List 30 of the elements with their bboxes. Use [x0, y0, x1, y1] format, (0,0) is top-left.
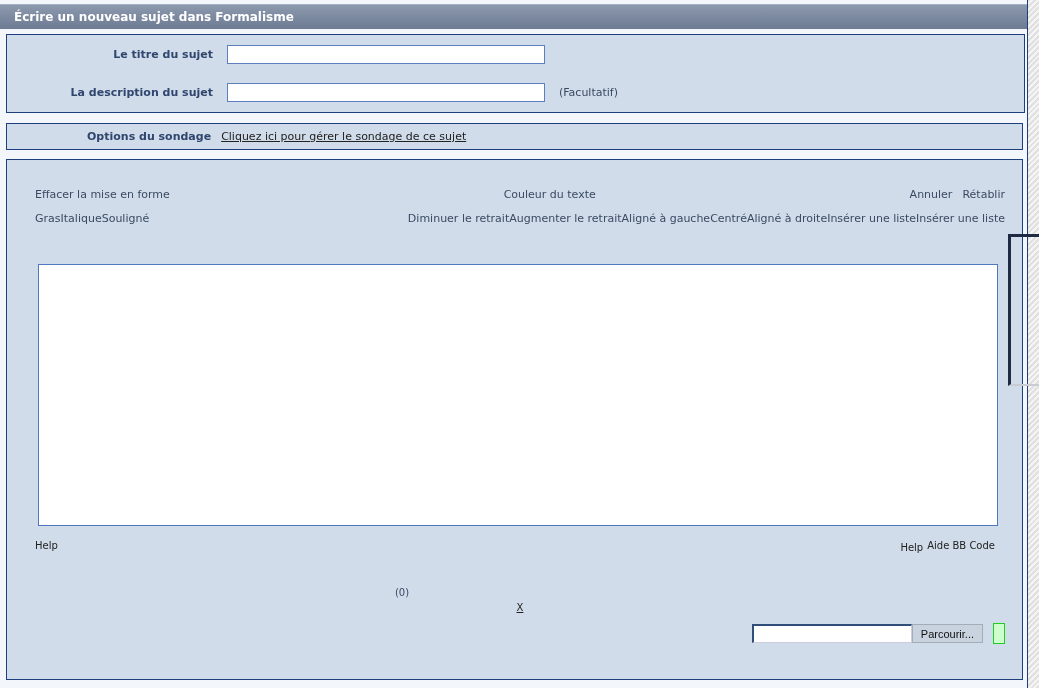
layout-button[interactable]: Aligné à droite	[746, 211, 828, 225]
style-button[interactable]: Gras	[35, 211, 61, 225]
field-label: La description du sujet	[69, 86, 213, 99]
layout-button[interactable]: Aligné à gauche	[621, 211, 711, 225]
poll-link[interactable]: Cliquez ici pour gérer le sondage de ce sujet	[221, 130, 467, 143]
layout-button[interactable]: Insérer une liste	[827, 211, 917, 225]
layout-button[interactable]: Augmenter le retrait	[509, 211, 622, 225]
layout-button[interactable]: Centré	[710, 211, 747, 225]
input-field[interactable]	[227, 45, 545, 64]
field-label: Le titre du sujet	[112, 48, 213, 61]
file-field[interactable]	[751, 624, 912, 643]
field-label: Options du sondage	[87, 130, 212, 143]
history-button[interactable]: Annuler	[909, 187, 953, 201]
help-text: Help	[35, 540, 58, 553]
text-color-button[interactable]: Couleur du texte	[503, 187, 596, 201]
clear-format-button[interactable]: Effacer la mise en forme	[35, 187, 170, 201]
field-note: (Facultatif)	[559, 86, 619, 99]
layout-button[interactable]: Diminuer le retrait	[407, 211, 510, 225]
help-text: Help	[900, 542, 924, 553]
layout-button[interactable]: Insérer une liste	[916, 211, 1005, 225]
style-button[interactable]: Italique	[60, 211, 102, 225]
input-field[interactable]	[227, 83, 545, 102]
page-header: Écrire un nouveau sujet dans Formalisme	[0, 4, 1027, 29]
style-button[interactable]: Souligné	[101, 211, 150, 225]
status-indicator	[993, 623, 1005, 644]
bbcode-help-link[interactable]: Aide BB Code	[927, 540, 995, 553]
history-button[interactable]: Rétablir	[962, 187, 1005, 201]
browse-button[interactable]: Parcourir...	[911, 624, 983, 643]
counter-text: (0)	[394, 587, 410, 598]
close-link[interactable]: X	[516, 602, 524, 613]
